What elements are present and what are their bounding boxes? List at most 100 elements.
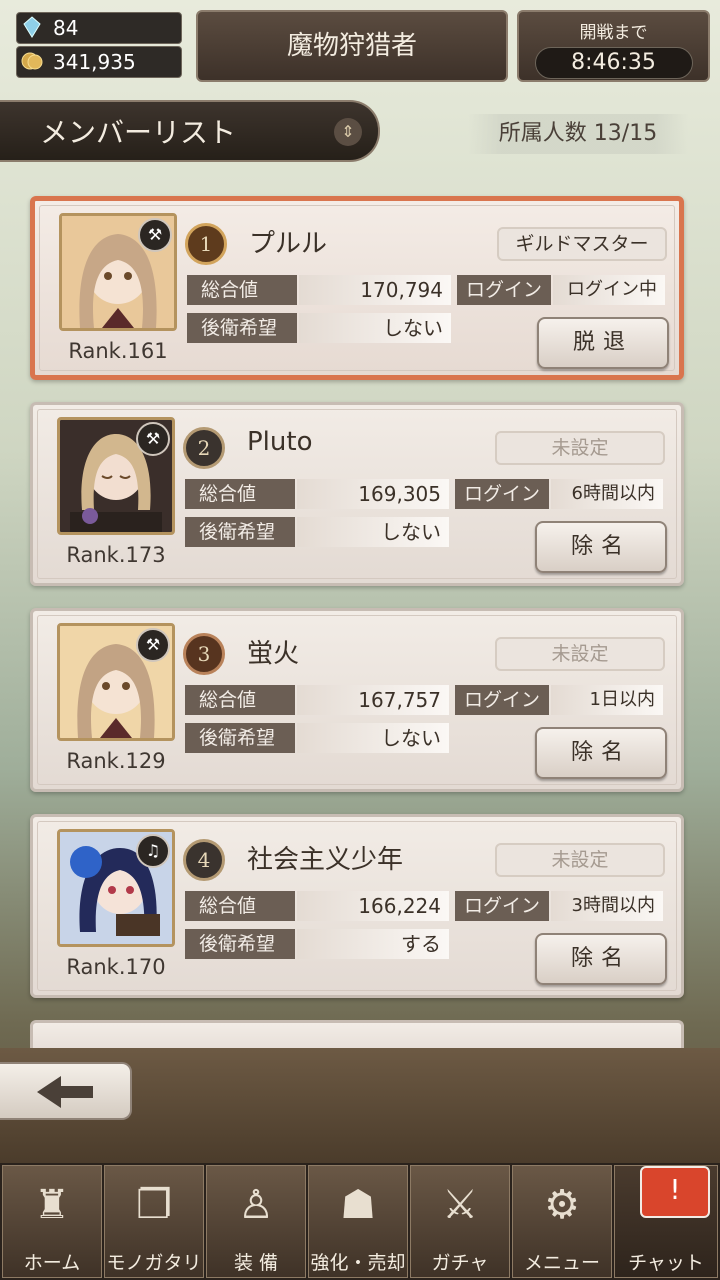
rear-label: 後衛希望: [185, 929, 295, 959]
rank-number-badge: 3: [183, 633, 225, 675]
member-list-header[interactable]: メンバーリスト ⇕: [0, 100, 380, 162]
battle-label: 開戦まで: [579, 23, 648, 43]
tab-label: ガチャ: [431, 1252, 489, 1274]
hammer-icon: ⚒: [138, 218, 172, 252]
crystal-icon: [23, 16, 41, 38]
gem-counter: 84: [16, 12, 182, 44]
sort-toggle-icon[interactable]: ⇕: [334, 118, 362, 146]
gem-value: 84: [53, 16, 79, 40]
member-card[interactable]: ⚒ Rank.129 3 蛍火 未設定 総合値 167,757 ログイン 1日以…: [30, 608, 684, 792]
rear-value: しない: [297, 517, 449, 547]
back-arrow-icon: [37, 1076, 93, 1108]
guild-role: 未設定: [495, 843, 665, 877]
player-name: 蛍火: [247, 639, 300, 669]
login-stat: ログイン 1日以内: [455, 685, 663, 715]
guild-name: 魔物狩猎者: [196, 10, 508, 82]
player-name: 社会主义少年: [247, 845, 404, 875]
player-rank: Rank.173: [66, 543, 166, 567]
total-label: 総合値: [187, 275, 297, 305]
total-stat: 総合値 170,794: [187, 275, 451, 305]
tab-label: ホーム: [23, 1252, 81, 1274]
tab-label: 装 備: [233, 1252, 279, 1274]
member-card[interactable]: ⚒ Rank.161 1 プルル ギルドマスター 総合値 170,794 ログイ…: [30, 196, 684, 380]
book-icon: ❐: [136, 1182, 172, 1228]
rear-stat: 後衛希望 しない: [185, 723, 449, 753]
tab-label: モノガタリ: [106, 1252, 202, 1274]
page-title: メンバーリスト: [40, 116, 237, 149]
login-label: ログイン: [457, 275, 551, 305]
player-rank: Rank.129: [66, 749, 166, 773]
coin-icon: [21, 52, 43, 70]
hammer-icon: ⚒: [136, 628, 170, 662]
rear-stat: 後衛希望 する: [185, 929, 449, 959]
guild-role: 未設定: [495, 431, 665, 465]
chat-notification-icon[interactable]: !: [640, 1166, 710, 1218]
rear-value: する: [297, 929, 449, 959]
login-label: ログイン: [455, 685, 549, 715]
rear-label: 後衛希望: [185, 517, 295, 547]
remove-member-button[interactable]: 除名: [535, 521, 667, 573]
harp-icon: ♫: [136, 834, 170, 868]
rear-label: 後衛希望: [185, 723, 295, 753]
player-rank: Rank.161: [68, 339, 168, 363]
tab-label: チャット: [628, 1252, 704, 1274]
player-name: Pluto: [247, 427, 313, 457]
login-value: 6時間以内: [551, 479, 663, 509]
tab-label: メニュー: [523, 1252, 600, 1274]
back-button[interactable]: [0, 1062, 132, 1120]
total-value: 170,794: [299, 275, 451, 305]
gold-counter: 341,935: [16, 46, 182, 78]
tab-gacha[interactable]: ⚔ ガチャ: [410, 1165, 510, 1278]
login-label: ログイン: [455, 479, 549, 509]
login-value: 3時間以内: [551, 891, 663, 921]
avatar[interactable]: ⚒: [57, 623, 175, 741]
guild-role: ギルドマスター: [497, 227, 667, 261]
member-count: 所属人数 13/15: [468, 114, 688, 154]
login-stat: ログイン ログイン中: [457, 275, 665, 305]
login-value: 1日以内: [551, 685, 663, 715]
tab-home[interactable]: ♜ ホーム: [2, 1165, 102, 1278]
gold-value: 341,935: [53, 50, 136, 74]
avatar[interactable]: ⚒: [57, 417, 175, 535]
login-stat: ログイン 6時間以内: [455, 479, 663, 509]
member-card[interactable]: ⚒ Rank.173 2 Pluto 未設定 総合値 169,305 ログイン …: [30, 402, 684, 586]
total-label: 総合値: [185, 685, 295, 715]
player-name: プルル: [249, 229, 328, 259]
remove-member-button[interactable]: 除名: [535, 933, 667, 985]
login-label: ログイン: [455, 891, 549, 921]
avatar[interactable]: ⚒: [59, 213, 177, 331]
puppet-icon: ♙: [238, 1182, 274, 1228]
swords-icon: ⚔: [442, 1182, 478, 1228]
member-card[interactable]: ♫ Rank.170 4 社会主义少年 未設定 総合値 166,224 ログイン…: [30, 814, 684, 998]
total-stat: 総合値 166,224: [185, 891, 449, 921]
total-value: 169,305: [297, 479, 449, 509]
leave-button[interactable]: 脱退: [537, 317, 669, 369]
guild-role: 未設定: [495, 637, 665, 671]
rear-value: しない: [299, 313, 451, 343]
rear-label: 後衛希望: [187, 313, 297, 343]
total-stat: 総合値 167,757: [185, 685, 449, 715]
avatar[interactable]: ♫: [57, 829, 175, 947]
rear-value: しない: [297, 723, 449, 753]
total-value: 167,757: [297, 685, 449, 715]
login-stat: ログイン 3時間以内: [455, 891, 663, 921]
mask-icon: ☗: [340, 1182, 376, 1228]
rear-stat: 後衛希望 しない: [187, 313, 451, 343]
remove-member-button[interactable]: 除名: [535, 727, 667, 779]
total-label: 総合値: [185, 479, 295, 509]
rank-number-badge: 2: [183, 427, 225, 469]
player-rank: Rank.170: [66, 955, 166, 979]
tab-upgrade-sell[interactable]: ☗ 強化・売却: [308, 1165, 408, 1278]
rank-number-badge: 1: [185, 223, 227, 265]
login-value: ログイン中: [553, 275, 665, 305]
rank-number-badge: 4: [183, 839, 225, 881]
total-label: 総合値: [185, 891, 295, 921]
tab-equipment[interactable]: ♙ 装 備: [206, 1165, 306, 1278]
rear-stat: 後衛希望 しない: [185, 517, 449, 547]
total-value: 166,224: [297, 891, 449, 921]
bottom-tab-bar: ♜ ホーム ❐ モノガタリ ♙ 装 備 ☗ 強化・売却 ⚔ ガチャ ⚙ メニュー…: [0, 1163, 720, 1280]
battle-timer: 8:46:35: [534, 47, 693, 79]
tab-menu[interactable]: ⚙ メニュー: [512, 1165, 612, 1278]
tab-story[interactable]: ❐ モノガタリ: [104, 1165, 204, 1278]
gears-icon: ⚙: [544, 1182, 580, 1228]
